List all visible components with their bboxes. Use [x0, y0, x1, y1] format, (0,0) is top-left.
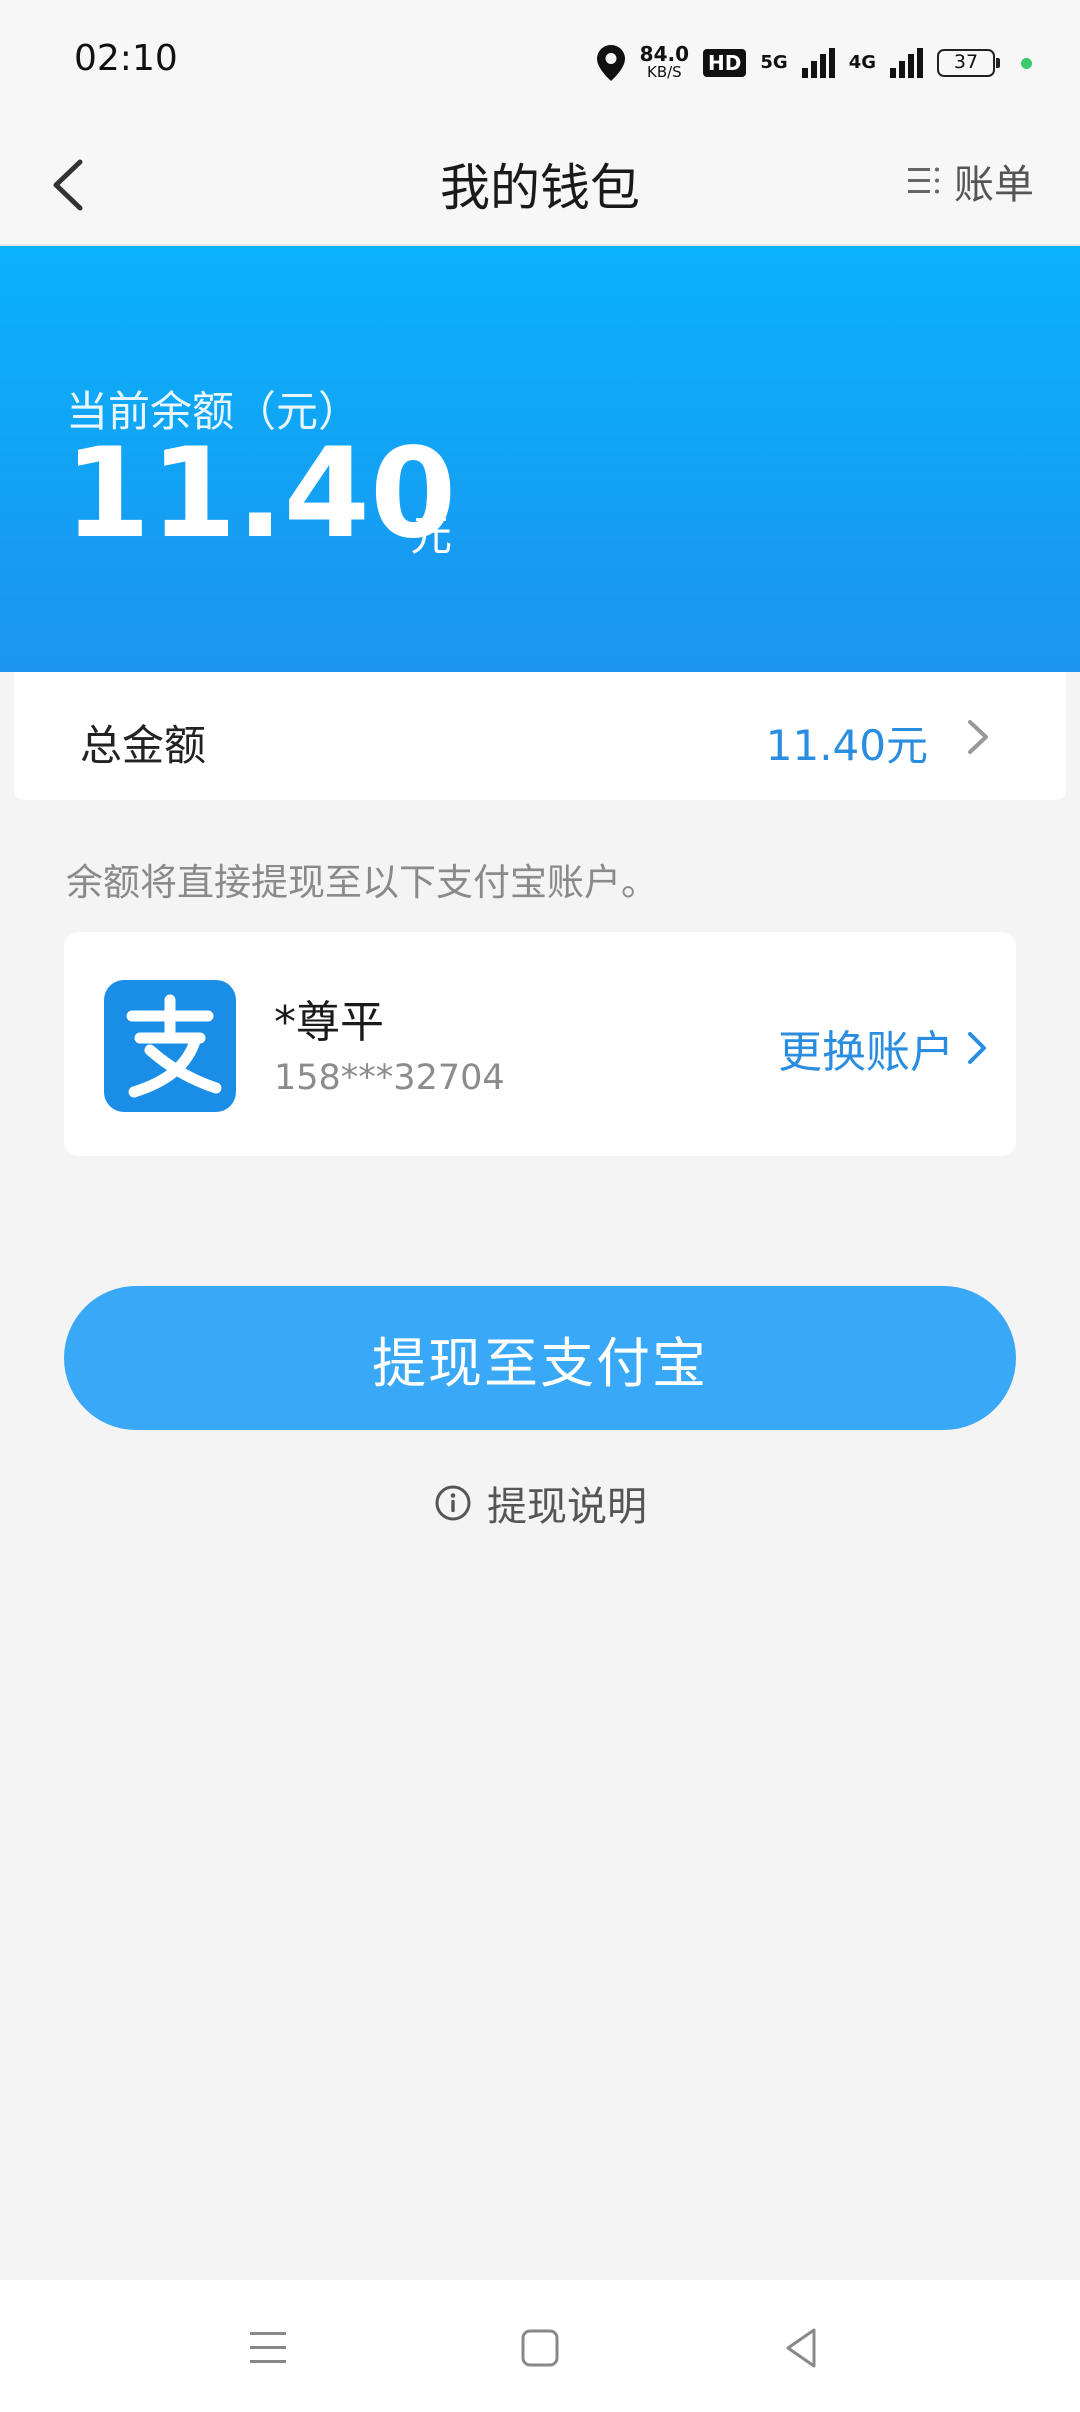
- alipay-account-card: *尊平 158***32704 更换账户: [64, 932, 1016, 1156]
- account-name: *尊平: [274, 997, 384, 1048]
- list-icon: [908, 167, 939, 194]
- change-account-button[interactable]: 更换账户: [778, 1016, 990, 1080]
- balance-unit: 元: [410, 511, 453, 560]
- balance-amount: 11.40: [64, 422, 457, 566]
- withdraw-explanation-link[interactable]: 提现说明: [0, 1474, 1080, 1532]
- system-nav-bar: [0, 2280, 1080, 2412]
- status-icons: 84.0 KB/S HD 5G 4G 37: [596, 38, 1032, 88]
- withdraw-button[interactable]: 提现至支付宝: [64, 1286, 1016, 1430]
- home-icon[interactable]: [512, 2320, 568, 2376]
- active-dot: [1021, 57, 1032, 69]
- signal-icon-2: [890, 48, 923, 78]
- signal-icon: [801, 48, 835, 78]
- status-time: 02:10: [74, 38, 178, 79]
- net-speed-unit: KB/S: [647, 63, 682, 81]
- account-phone: 158***32704: [274, 1058, 505, 1098]
- withdraw-hint: 余额将直接提现至以下支付宝账户。: [66, 861, 658, 904]
- hd-badge: HD: [703, 49, 747, 77]
- balance-banner: 当前余额（元） 11.40 元: [0, 246, 1080, 672]
- explain-label: 提现说明: [487, 1484, 647, 1530]
- bill-label: 账单: [954, 162, 1034, 208]
- bill-button[interactable]: 账单: [906, 152, 1034, 210]
- net-speed: 84.0 KB/S: [639, 42, 690, 81]
- total-label: 总金额: [80, 721, 207, 770]
- back-icon[interactable]: [774, 2320, 830, 2376]
- chevron-right-icon: [968, 720, 988, 754]
- network-5g-label: 5G: [760, 52, 788, 73]
- total-amount-row[interactable]: 总金额 11.40元: [14, 672, 1066, 800]
- battery-icon: 37: [937, 49, 1000, 77]
- change-account-label: 更换账户: [778, 1027, 954, 1078]
- info-icon: [435, 1485, 471, 1521]
- menu-icon[interactable]: [240, 2320, 296, 2376]
- network-4g-label: 4G: [848, 52, 876, 73]
- net-speed-value: 84.0: [639, 42, 690, 66]
- alipay-logo-icon: [104, 980, 236, 1112]
- total-value: 11.40元: [765, 721, 928, 770]
- status-bar: 02:10 84.0 KB/S HD 5G 4G 37: [0, 0, 1080, 124]
- chevron-right-icon: [968, 1032, 986, 1064]
- header-bar: 我的钱包 账单: [0, 124, 1080, 246]
- location-icon: [596, 45, 625, 81]
